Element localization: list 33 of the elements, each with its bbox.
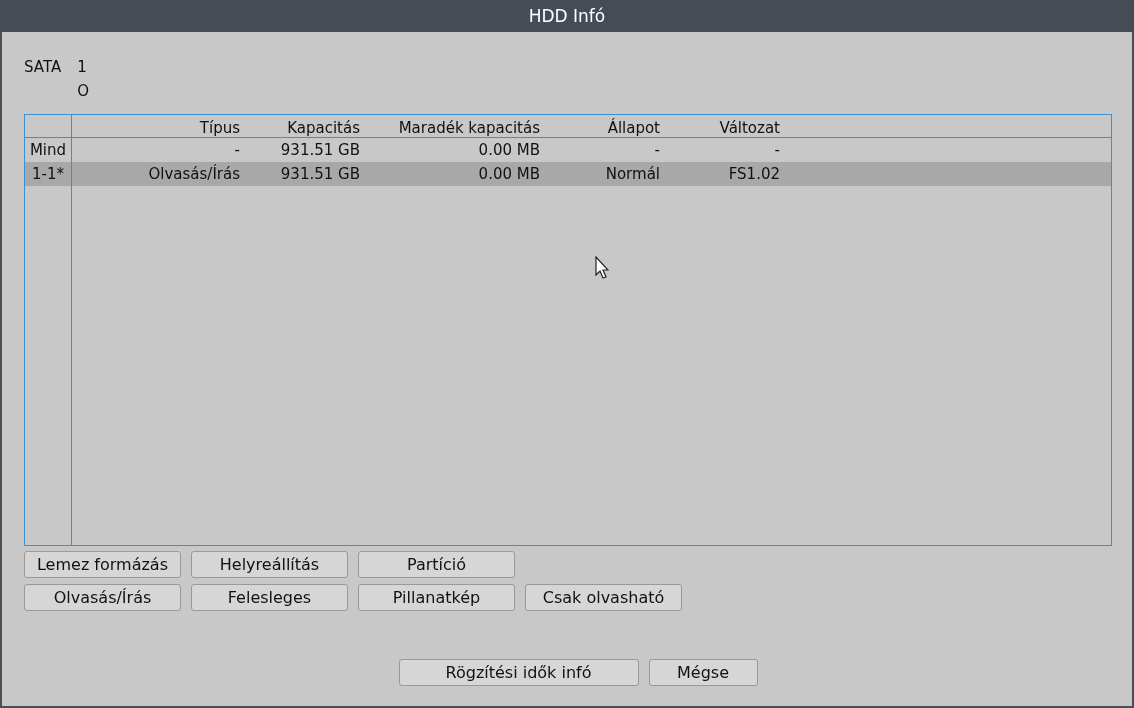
port-number: 1 [77,58,88,76]
action-button[interactable]: Partíció [358,551,515,578]
footer-button[interactable]: Mégse [648,659,758,686]
column-header: Típus [198,119,240,137]
sata-label: SATA [24,58,62,78]
table-cell-text: 0.00 MB [477,165,540,183]
table-cell-text: Mind [28,141,68,159]
action-button[interactable]: Csak olvasható [525,584,682,611]
table-cell-text: 931.51 GB [279,141,360,159]
table-cell-text: Olvasás/Írás [147,165,240,183]
column-header: Maradék kapacitás [397,119,540,137]
port-status: O [77,82,89,100]
table-cell-text: 0.00 MB [477,141,540,159]
table-cell-text: - [233,141,240,159]
action-button[interactable]: Felesleges [191,584,348,611]
footer-button[interactable]: Rögzítési idők infó [398,659,639,686]
action-button[interactable]: Helyreállítás [191,551,348,578]
action-button[interactable]: Olvasás/Írás [24,584,181,611]
action-button[interactable]: Lemez formázás [24,551,181,578]
table-row[interactable]: Mind - 931.51 GB 0.00 MB - - [25,138,1111,162]
mouse-cursor-icon [595,256,609,280]
table-cell-text: 931.51 GB [279,165,360,183]
table-cell-text: FS1.02 [727,165,780,183]
table-cell-text: 1-1* [31,165,65,183]
table-cell-text: - [773,141,780,159]
window-title: HDD Infó [0,0,1134,32]
table-cell-text: - [653,141,660,159]
table-row[interactable]: 1-1* Olvasás/Írás 931.51 GB 0.00 MB Normál FS1.02 [25,162,1111,186]
column-header: Kapacitás [286,119,360,137]
column-header: Állapot [606,119,660,137]
column-header: Változat [718,119,780,137]
action-button[interactable]: Pillanatkép [358,584,515,611]
table-cell-text: Normál [604,165,660,183]
